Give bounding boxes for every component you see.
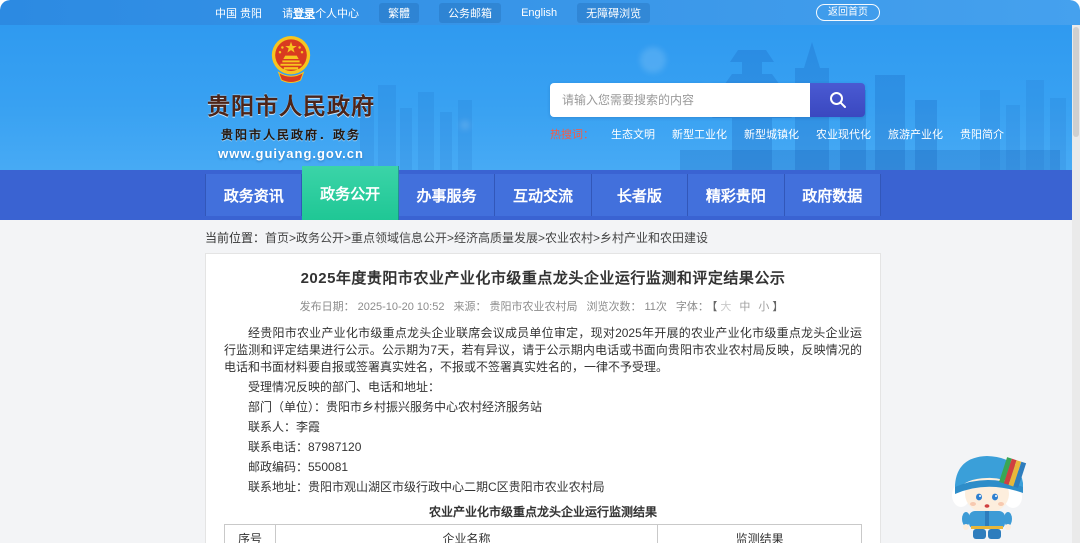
login-prefix: 请 xyxy=(282,7,294,20)
nav-item-gov-disclosure[interactable]: 政务公开 xyxy=(302,166,399,220)
font-size-medium-button[interactable]: 中 xyxy=(739,301,750,313)
national-emblem-icon xyxy=(271,36,311,83)
bracket-open: 【 xyxy=(711,301,718,313)
top-utility-bar: 中国 贵阳 请登录个人中心 繁體 公务邮箱 English 无障碍浏览 返回首页 xyxy=(0,0,1080,25)
contact-department: 部门（单位）：贵阳市乡村振兴服务中心农村经济服务站 xyxy=(248,400,543,415)
hot-search-label: 热搜词： xyxy=(550,129,594,141)
article-body: 经贵阳市农业产业化市级重点龙头企业联席会议成员单位审定，现对2025年开展的农业… xyxy=(224,325,862,496)
breadcrumb: 当前位置：首页>政务公开>重点领域信息公开>经济高质量发展>农业农村>乡村产业和… xyxy=(205,226,708,250)
header-result: 监测结果 xyxy=(657,524,862,543)
hot-link-urbanization[interactable]: 新型城镇化 xyxy=(744,126,799,142)
table-caption: 农业产业化市级重点龙头企业运行监测结果 xyxy=(428,505,657,520)
font-size-label: 字体： xyxy=(675,301,709,313)
traditional-chinese-link[interactable]: 繁體 xyxy=(379,2,420,23)
nav-item-news[interactable]: 政务资讯 xyxy=(205,174,303,216)
contact-phone: 联系电话：87987120 xyxy=(248,440,362,455)
topbar-links: 中国 贵阳 请登录个人中心 繁體 公务邮箱 English 无障碍浏览 xyxy=(215,2,651,23)
hot-link-tourism[interactable]: 旅游产业化 xyxy=(888,126,943,142)
site-url: www.guiyang.gov.cn xyxy=(218,146,364,161)
hot-link-industry[interactable]: 新型工业化 xyxy=(672,126,727,142)
hot-link-agriculture[interactable]: 农业现代化 xyxy=(816,126,871,142)
article-meta: 发布日期： 2025-10-20 10:52 来源： 贵阳市农业农村局 浏览次数： 11次… xyxy=(224,298,862,314)
header-no: 序号 xyxy=(224,524,276,543)
contact-person: 联系人：李霞 xyxy=(248,420,321,435)
paragraph: 受理情况反映的部门、电话和地址： xyxy=(248,380,441,395)
article-card: 2025年度贵阳市农业产业化市级重点龙头企业运行监测和评定结果公示 发布日期： 2… xyxy=(205,253,881,543)
article-title: 2025年度贵阳市农业产业化市级重点龙头企业运行监测和评定结果公示 xyxy=(300,270,786,287)
page: 中国 贵阳 请登录个人中心 繁體 公务邮箱 English 无障碍浏览 返回首页 xyxy=(0,0,1080,543)
search-icon xyxy=(829,92,846,108)
contact-address: 联系地址：贵阳市观山湖区市级行政中心二期C区贵阳市农业农村局 xyxy=(248,480,605,495)
publish-date: 2025-10-20 10:52 xyxy=(357,301,445,313)
link-china-guiyang[interactable]: 中国 贵阳 xyxy=(215,5,262,21)
nav-item-interaction[interactable]: 互动交流 xyxy=(495,174,592,216)
site-logo[interactable]: 贵阳市人民政府 贵阳市人民政府．政务 www.guiyang.gov.cn xyxy=(205,33,377,161)
site-subtitle: 贵阳市人民政府．政务 xyxy=(220,128,361,142)
publish-date-label: 发布日期： xyxy=(299,301,355,313)
return-home-button[interactable]: 返回首页 xyxy=(816,4,880,21)
nav-item-gov-data[interactable]: 政府数据 xyxy=(784,174,881,216)
views-value: 11次 xyxy=(644,301,667,313)
nav-items: 政务资讯 政务公开 办事服务 互动交流 长者版 精彩贵阳 政府数据 xyxy=(205,166,881,220)
source-value: 贵阳市农业农村局 xyxy=(489,301,578,313)
hot-search-row: 热搜词： 生态文明 新型工业化 新型城镇化 农业现代化 旅游产业化 贵阳简介 xyxy=(550,126,1004,142)
views-label: 浏览次数： xyxy=(586,301,642,313)
table-header-row: 序号 企业名称 监测结果 xyxy=(224,524,862,543)
site-name: 贵阳市人民政府 xyxy=(207,93,375,119)
bracket-close: 】 xyxy=(772,301,784,313)
search-input[interactable] xyxy=(550,83,810,117)
scrollbar[interactable] xyxy=(1072,25,1080,543)
search-box xyxy=(550,83,865,117)
hot-link-ecology[interactable]: 生态文明 xyxy=(611,126,655,142)
english-link[interactable]: English xyxy=(521,7,557,19)
nav-item-wonderful-guiyang[interactable]: 精彩贵阳 xyxy=(688,174,785,216)
breadcrumb-path[interactable]: 首页>政务公开>重点领域信息公开>经济高质量发展>农业农村>乡村产业和农田建设 xyxy=(265,231,708,245)
login-suffix: 个人中心 xyxy=(315,7,360,20)
source-label: 来源： xyxy=(453,301,487,313)
nav-item-senior-version[interactable]: 长者版 xyxy=(591,174,689,216)
official-mail-link[interactable]: 公务邮箱 xyxy=(439,2,502,23)
login-word[interactable]: 登录 xyxy=(293,8,315,20)
login-link[interactable]: 请登录个人中心 xyxy=(282,5,359,21)
breadcrumb-label: 当前位置： xyxy=(205,231,266,245)
monitoring-results-table: 序号 企业名称 监测结果 1 贵州合力超市采购有限公司 合格 2 贵州友禾种业有… xyxy=(224,524,862,543)
font-size-large-button[interactable]: 大 xyxy=(720,301,731,313)
search-button[interactable] xyxy=(810,83,865,117)
bokeh-decoration xyxy=(640,47,666,73)
contact-postcode: 邮政编码：550081 xyxy=(248,460,349,475)
paragraph: 经贵阳市农业产业化市级重点龙头企业联席会议成员单位审定，现对2025年开展的农业… xyxy=(224,326,862,375)
font-size-small-button[interactable]: 小 xyxy=(758,301,769,313)
site-header: 贵阳市人民政府 贵阳市人民政府．政务 www.guiyang.gov.cn 热搜… xyxy=(0,25,1080,170)
accessibility-link[interactable]: 无障碍浏览 xyxy=(577,2,651,23)
bokeh-decoration xyxy=(460,120,470,130)
mascot-assistant[interactable] xyxy=(947,447,1031,541)
search-area: 热搜词： 生态文明 新型工业化 新型城镇化 农业现代化 旅游产业化 贵阳简介 xyxy=(550,83,1004,142)
nav-item-services[interactable]: 办事服务 xyxy=(398,174,496,216)
hot-link-guiyang-intro[interactable]: 贵阳简介 xyxy=(960,126,1004,142)
scrollbar-thumb[interactable] xyxy=(1073,27,1079,137)
main-nav: 政务资讯 政务公开 办事服务 互动交流 长者版 精彩贵阳 政府数据 xyxy=(0,166,1080,220)
header-company: 企业名称 xyxy=(274,524,659,543)
